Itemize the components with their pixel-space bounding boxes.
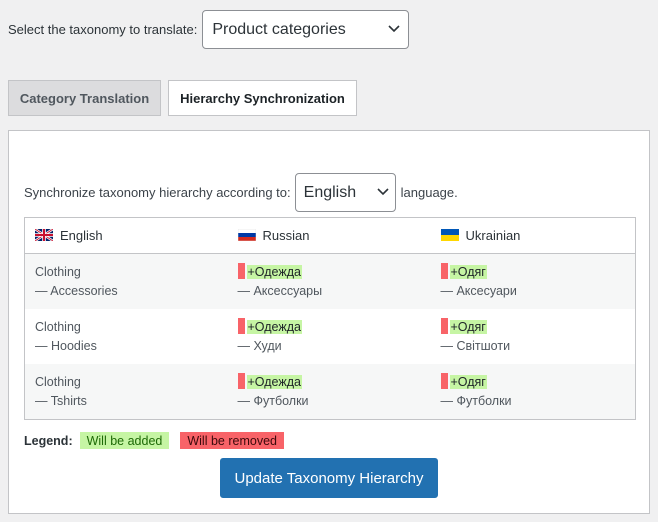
removed-marker xyxy=(237,263,245,279)
chevron-down-icon xyxy=(388,24,400,35)
russian-cell: +Одежда — Худи xyxy=(227,309,431,364)
english-cell: Clothing — Tshirts xyxy=(24,364,228,420)
update-taxonomy-hierarchy-button[interactable]: Update Taxonomy Hierarchy xyxy=(220,458,438,498)
taxonomy-select[interactable]: Product categories xyxy=(202,10,410,49)
column-label: English xyxy=(60,228,103,243)
removed-marker xyxy=(237,318,245,334)
hierarchy-table: English Russian Ukrainian Clothing — Acc… xyxy=(24,217,636,420)
russia-flag-icon xyxy=(237,228,256,242)
taxonomy-select-value: Product categories xyxy=(212,20,346,38)
added-parent-term: +Одяг xyxy=(449,320,487,334)
added-parent-term: +Одяг xyxy=(449,375,487,389)
column-label: Ukrainian xyxy=(465,228,521,243)
ukrainian-cell: +Одяг — Аксесуари xyxy=(430,253,636,309)
chevron-down-icon xyxy=(377,187,389,198)
sync-prefix-text: Synchronize taxonomy hierarchy according… xyxy=(24,185,291,200)
legend-label: Legend: xyxy=(24,433,73,448)
removed-marker xyxy=(440,318,448,334)
tab-bar: Category Translation Hierarchy Synchroni… xyxy=(8,80,357,116)
parent-term: Clothing xyxy=(35,320,81,334)
ukraine-flag-icon xyxy=(440,229,459,241)
column-label: Russian xyxy=(262,228,310,243)
sync-suffix-text: language. xyxy=(400,185,458,200)
column-header-ukrainian: Ukrainian xyxy=(430,217,636,254)
added-parent-term: +Одяг xyxy=(449,265,487,279)
child-term: — Аксессуары xyxy=(237,284,323,298)
table-row: Clothing — Accessories +Одежда — Аксессу… xyxy=(24,253,636,309)
legend-added-chip: Will be added xyxy=(79,432,170,449)
table-row: Clothing — Hoodies +Одежда — Худи +Одяг … xyxy=(24,309,636,364)
added-parent-term: +Одежда xyxy=(246,320,302,334)
child-term: — Футболки xyxy=(237,394,309,408)
removed-marker xyxy=(237,373,245,389)
parent-term: Clothing xyxy=(35,375,81,389)
russian-cell: +Одежда — Футболки xyxy=(227,364,431,420)
russian-cell: +Одежда — Аксессуары xyxy=(227,253,431,309)
tab-category-translation[interactable]: Category Translation xyxy=(8,80,161,116)
english-cell: Clothing — Accessories xyxy=(24,253,228,309)
ukrainian-cell: +Одяг — Футболки xyxy=(430,364,636,420)
taxonomy-select-label: Select the taxonomy to translate: xyxy=(8,22,198,37)
uk-flag-icon xyxy=(34,228,54,242)
added-parent-term: +Одежда xyxy=(246,375,302,389)
child-term: — Худи xyxy=(237,339,282,353)
column-header-russian: Russian xyxy=(227,217,431,254)
hierarchy-sync-panel: Synchronize taxonomy hierarchy according… xyxy=(8,130,650,514)
table-header-row: English Russian Ukrainian xyxy=(24,217,636,254)
child-term: — Аксесуари xyxy=(440,284,517,298)
child-term: — Accessories xyxy=(35,284,118,298)
taxonomy-selector-row: Select the taxonomy to translate: Produc… xyxy=(8,10,410,49)
tab-hierarchy-synchronization[interactable]: Hierarchy Synchronization xyxy=(168,80,357,116)
removed-marker xyxy=(440,373,448,389)
sync-language-value: English xyxy=(303,183,357,201)
child-term: — Hoodies xyxy=(35,339,97,353)
legend: Legend: Will be added Will be removed xyxy=(24,432,284,449)
sync-language-row: Synchronize taxonomy hierarchy according… xyxy=(24,173,458,212)
table-row: Clothing — Tshirts +Одежда — Футболки +О… xyxy=(24,364,636,420)
column-header-english: English xyxy=(24,217,228,254)
child-term: — Світшоти xyxy=(440,339,511,353)
child-term: — Tshirts xyxy=(35,394,87,408)
english-cell: Clothing — Hoodies xyxy=(24,309,228,364)
child-term: — Футболки xyxy=(440,394,512,408)
parent-term: Clothing xyxy=(35,265,81,279)
added-parent-term: +Одежда xyxy=(246,265,302,279)
legend-removed-chip: Will be removed xyxy=(180,432,284,449)
removed-marker xyxy=(440,263,448,279)
ukrainian-cell: +Одяг — Світшоти xyxy=(430,309,636,364)
sync-language-select[interactable]: English xyxy=(294,173,396,212)
